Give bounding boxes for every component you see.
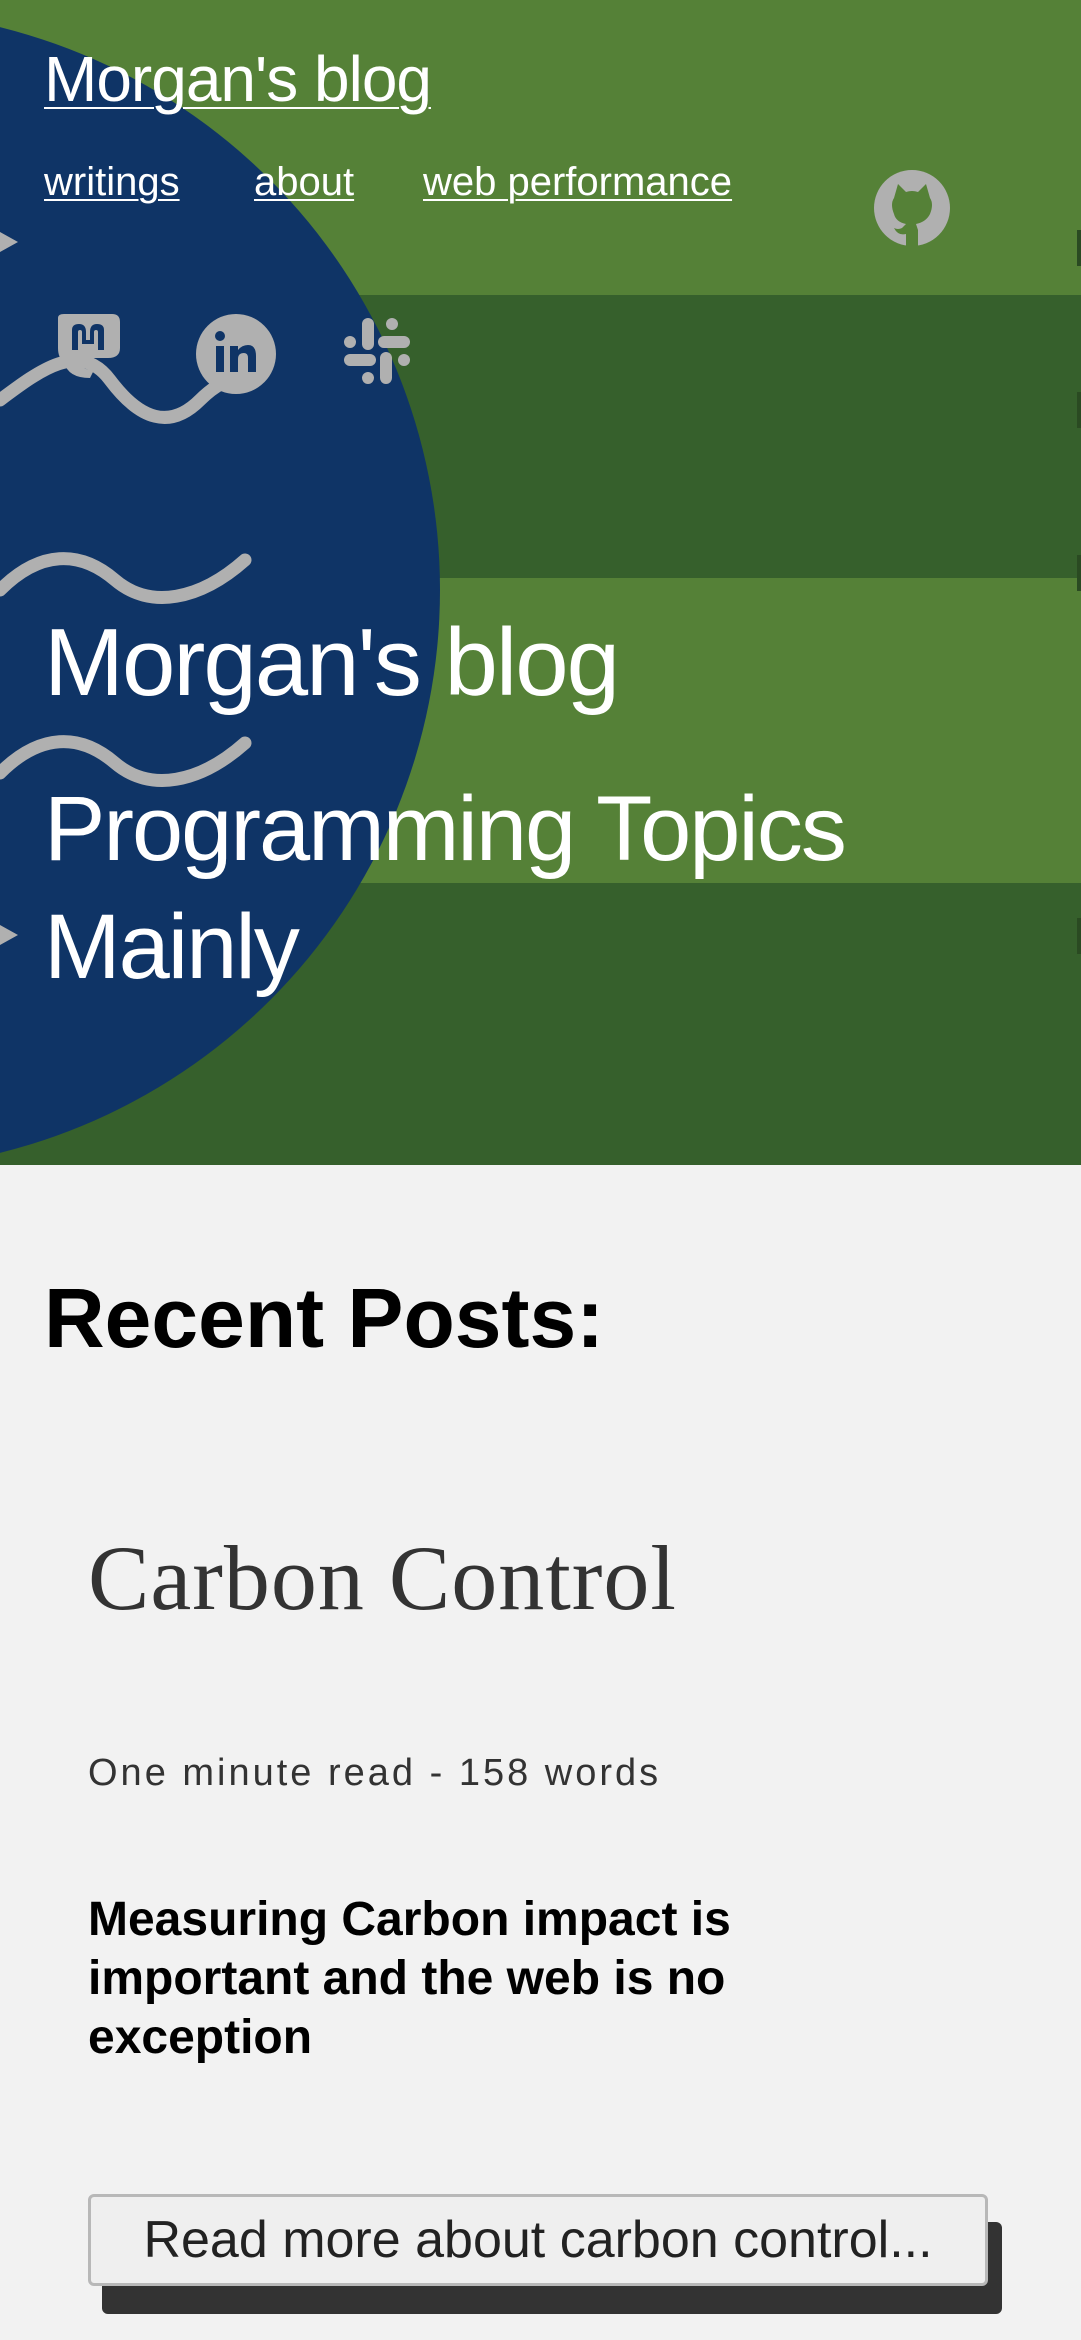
post-excerpt: Measuring Carbon impact is important and… [88,1893,731,2064]
read-more-button[interactable]: Read more about carbon control... [88,2194,988,2286]
hero-banner: Morgan's blog writings about web perform… [0,0,1081,1165]
site-title-link[interactable]: Morgan's blog [44,42,432,116]
hero-subtitle: Programming Topics Mainly [44,778,847,998]
linkedin-icon[interactable] [194,312,278,401]
post-title: Carbon Control [88,1527,677,1629]
nav-link-web-performance[interactable]: web performance [423,160,732,205]
slack-icon[interactable] [340,314,414,393]
github-icon[interactable] [872,168,952,253]
post-meta: One minute read - 158 words [88,1752,662,1794]
hero-title: Morgan's blog [44,609,620,716]
nav-link-about[interactable]: about [254,160,354,205]
nav-link-writings[interactable]: writings [44,160,180,205]
section-heading: Recent Posts: [44,1271,605,1365]
mastodon-icon[interactable] [50,312,126,389]
